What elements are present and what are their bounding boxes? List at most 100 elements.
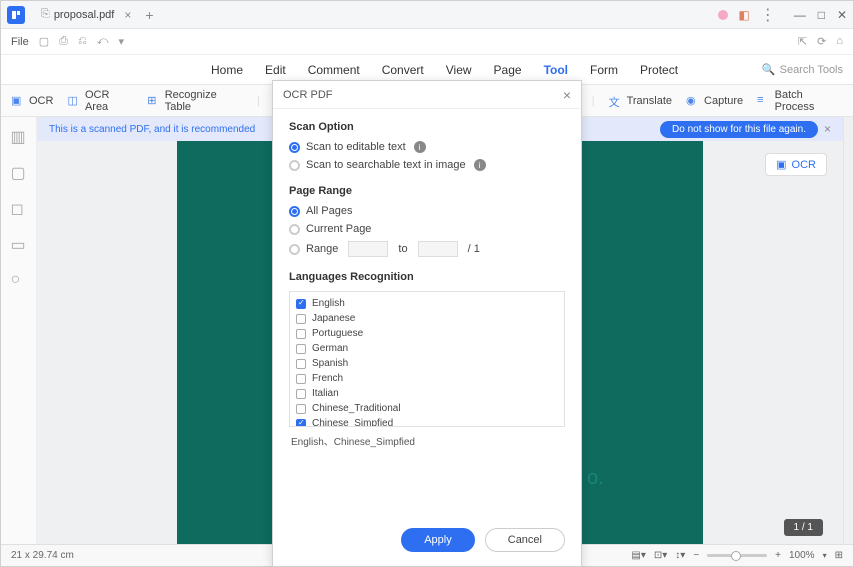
range-to-input[interactable] [418, 241, 458, 257]
menu-convert[interactable]: Convert [382, 63, 424, 77]
save-icon[interactable]: ⎙ [59, 35, 68, 48]
checkbox-icon [296, 329, 306, 339]
tab-filename: proposal.pdf [54, 9, 115, 21]
info-icon[interactable]: i [474, 159, 486, 171]
maximize-icon[interactable]: □ [818, 8, 825, 22]
apply-button[interactable]: Apply [401, 528, 475, 552]
language-checkbox-row[interactable]: Italian [296, 386, 558, 401]
share-icon[interactable]: ⇱ [798, 35, 807, 48]
page-indicator-badge: 1 / 1 [784, 519, 823, 536]
open-icon[interactable]: ▢ [39, 35, 49, 48]
language-checkbox-row[interactable]: Chinese_Simpfied [296, 416, 558, 427]
capture-tool[interactable]: ◉Capture [686, 94, 743, 108]
vertical-scrollbar[interactable] [843, 117, 853, 544]
scan-editable-radio[interactable]: Scan to editable text i [289, 141, 565, 153]
home-icon[interactable]: ⌂ [836, 35, 843, 48]
radio-on-icon [289, 142, 300, 153]
minimize-icon[interactable]: — [794, 8, 806, 22]
dialog-close-icon[interactable]: × [563, 87, 571, 103]
ocr-badge-icon: ▣ [776, 158, 786, 171]
language-checkbox-row[interactable]: English [296, 296, 558, 311]
language-checkbox-row[interactable]: French [296, 371, 558, 386]
radio-off-icon [289, 224, 300, 235]
titlebar: ⎘ proposal.pdf × + ◧ ⋮ — □ ✕ [1, 1, 853, 29]
menu-page[interactable]: Page [494, 63, 522, 77]
titlebar-right: ◧ ⋮ — □ ✕ [718, 5, 847, 25]
app-logo-icon [7, 6, 25, 24]
radio-off-icon [289, 244, 300, 255]
menu-view[interactable]: View [446, 63, 472, 77]
menu-comment[interactable]: Comment [308, 63, 360, 77]
undo-icon[interactable]: ⤺ [97, 35, 109, 48]
search-panel-icon[interactable]: ○ [11, 271, 27, 287]
cloud-icon[interactable]: ⟳ [817, 35, 826, 48]
zoom-out-icon[interactable]: − [693, 550, 699, 561]
batch-tool[interactable]: ≡Batch Process [757, 89, 843, 113]
range-radio[interactable]: Range to / 1 [289, 241, 565, 257]
scan-searchable-radio[interactable]: Scan to searchable text in image i [289, 159, 565, 171]
close-window-icon[interactable]: ✕ [837, 8, 847, 22]
quick-toolbar: File ▢ ⎙ ⎌ ⤺ ▾ ⇱ ⟳ ⌂ [1, 29, 853, 55]
comments-icon[interactable]: ◻ [11, 199, 27, 215]
languages-heading: Languages Recognition [289, 271, 565, 283]
menu-home[interactable]: Home [211, 63, 243, 77]
language-checkbox-row[interactable]: Japanese [296, 311, 558, 326]
page-dimensions: 21 x 29.74 cm [11, 550, 74, 561]
language-checkbox-row[interactable]: Spanish [296, 356, 558, 371]
ocr-tool[interactable]: ▣OCR [11, 94, 53, 108]
search-tools[interactable]: 🔍 Search Tools [762, 63, 843, 76]
zoom-slider[interactable] [707, 554, 767, 557]
language-checkbox-row[interactable]: Chinese_Traditional [296, 401, 558, 416]
close-tab-icon[interactable]: × [124, 8, 131, 22]
scan-option-heading: Scan Option [289, 121, 565, 133]
current-page-radio[interactable]: Current Page [289, 223, 565, 235]
banner-close-icon[interactable]: × [824, 122, 831, 136]
dialog-title: OCR PDF [283, 89, 333, 101]
recognize-table-tool[interactable]: ⊞Recognize Table [147, 89, 243, 113]
info-icon[interactable]: i [414, 141, 426, 153]
menu-edit[interactable]: Edit [265, 63, 286, 77]
print-icon[interactable]: ⎌ [78, 35, 87, 48]
language-checkbox-row[interactable]: German [296, 341, 558, 356]
language-label: Chinese_Simpfied [312, 418, 393, 427]
document-tab[interactable]: ⎘ proposal.pdf × [33, 1, 139, 28]
redo-icon[interactable]: ▾ [119, 35, 125, 48]
menu-protect[interactable]: Protect [640, 63, 678, 77]
range-from-input[interactable] [348, 241, 388, 257]
menu-form[interactable]: Form [590, 63, 618, 77]
cancel-button[interactable]: Cancel [485, 528, 565, 552]
banner-dismiss-button[interactable]: Do not show for this file again. [660, 121, 818, 138]
all-pages-radio[interactable]: All Pages [289, 205, 565, 217]
svg-text:o.: o. [587, 467, 604, 489]
thumbnails-icon[interactable]: ▥ [11, 127, 27, 143]
language-label: English [312, 298, 345, 309]
translate-tool[interactable]: 文Translate [609, 94, 672, 108]
left-sidebar: ▥ ▢ ◻ ▭ ○ [1, 117, 37, 544]
language-label: Italian [312, 388, 339, 399]
add-tab-button[interactable]: + [145, 7, 153, 23]
language-checkbox-row[interactable]: Portuguese [296, 326, 558, 341]
display-icon[interactable]: ⊡▾ [654, 550, 667, 561]
file-menu[interactable]: File [11, 36, 29, 48]
checkbox-icon [296, 389, 306, 399]
search-icon: 🔍 [762, 63, 776, 76]
zoom-in-icon[interactable]: + [775, 550, 781, 561]
radio-off-icon [289, 160, 300, 171]
view-mode-icon[interactable]: ▤▾ [631, 550, 645, 561]
language-label: French [312, 373, 343, 384]
bookmark-icon[interactable]: ▢ [11, 163, 27, 179]
window-controls: — □ ✕ [794, 8, 847, 22]
language-list[interactable]: English JapanesePortugueseGermanSpanish Fr… [289, 291, 565, 427]
menu-items: Home Edit Comment Convert View Page Tool… [211, 63, 678, 77]
tab-doc-icon: ⎘ [41, 8, 50, 21]
fit-icon[interactable]: ⊞ [835, 550, 843, 561]
notification-icon[interactable]: ◧ [738, 8, 749, 22]
banner-text: This is a scanned PDF, and it is recomme… [49, 124, 255, 135]
kebab-menu-icon[interactable]: ⋮ [760, 5, 776, 25]
ocr-area-tool[interactable]: ◫OCR Area [67, 89, 133, 113]
attachments-icon[interactable]: ▭ [11, 235, 27, 251]
radio-on-icon [289, 206, 300, 217]
reading-icon[interactable]: ↕▾ [675, 550, 685, 561]
account-avatar-icon[interactable] [718, 10, 728, 20]
ocr-floating-button[interactable]: ▣ OCR [765, 153, 827, 176]
